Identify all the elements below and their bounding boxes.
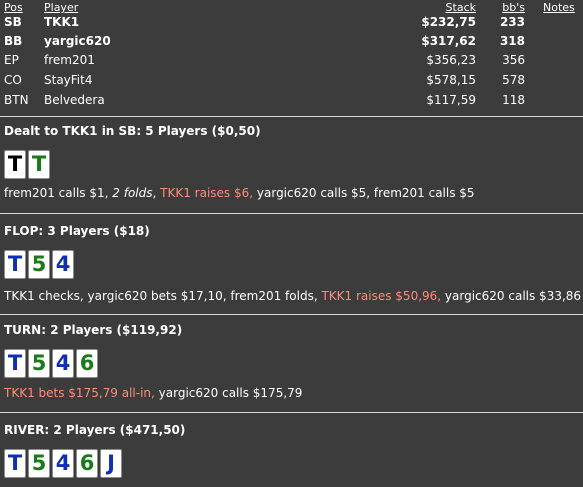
stack-header[interactable]: Stack [400, 1, 476, 14]
action-text: yargic620 calls $33,86 [444, 289, 582, 303]
card-4-icon: 4 [52, 250, 74, 279]
flop-title: FLOP: 3 Players ($18) [4, 224, 150, 238]
pos-header[interactable]: Pos [4, 1, 23, 14]
hole-cards: TT [4, 150, 50, 179]
action-text: 2 folds [112, 186, 153, 200]
hero-action-text: TKK1 bets $175,79 all-in, [4, 386, 159, 400]
card-6-icon: 6 [76, 349, 98, 378]
card-j-icon: J [100, 449, 122, 478]
preflop-actions: frem201 calls $1, 2 folds, TKK1 raises $… [4, 186, 475, 200]
flop-cards: T54 [4, 250, 74, 279]
card-4-icon: 4 [52, 349, 74, 378]
player-pos: BB [4, 34, 23, 48]
card-t-icon: T [4, 250, 26, 279]
card-t-icon: T [4, 150, 26, 179]
player-stack: $578,15 [426, 73, 476, 87]
player-row[interactable]: BB yargic620 $317,62 318 [0, 34, 583, 53]
hero-action-text: TKK1 raises $6, [160, 186, 257, 200]
river-title: RIVER: 2 Players ($471,50) [4, 423, 186, 437]
player-row[interactable]: SB TKK1 $232,75 233 [0, 15, 583, 34]
turn-cards: T546 [4, 349, 98, 378]
card-5-icon: 5 [28, 449, 50, 478]
player-bbs: 318 [499, 34, 525, 48]
section-divider [0, 116, 583, 117]
action-text: yargic620 calls $5, frem201 calls $5 [256, 186, 475, 200]
players-table: Pos Player Stack bb's Notes SB TKK1 $232… [0, 0, 583, 116]
card-6-icon: 6 [76, 449, 98, 478]
player-stack: $317,62 [421, 34, 476, 48]
player-name: Belvedera [44, 93, 105, 107]
section-divider [0, 412, 583, 413]
turn-title: TURN: 2 Players ($119,92) [4, 323, 183, 337]
player-row[interactable]: BTN Belvedera $117,59 118 [0, 93, 583, 112]
hero-action-text: TKK1 raises $50,96, [321, 289, 445, 303]
player-bbs: 118 [502, 93, 525, 107]
card-t-icon: T [28, 150, 50, 179]
notes-header[interactable]: Notes [543, 1, 575, 14]
player-name: yargic620 [44, 34, 111, 48]
player-bbs: 578 [502, 73, 525, 87]
player-pos: BTN [4, 93, 29, 107]
action-text: yargic620 calls $175,79 [158, 386, 303, 400]
section-divider [0, 213, 583, 214]
player-row[interactable]: EP frem201 $356,23 356 [0, 53, 583, 72]
player-bbs: 233 [499, 15, 525, 29]
player-name: StayFit4 [44, 73, 93, 87]
card-t-icon: T [4, 349, 26, 378]
player-bbs: 356 [502, 53, 525, 67]
flop-actions: TKK1 checks, yargic620 bets $17,10, frem… [4, 289, 581, 303]
action-text: TKK1 checks, yargic620 bets $17,10, frem… [4, 289, 322, 303]
card-5-icon: 5 [28, 349, 50, 378]
player-pos: CO [4, 73, 22, 87]
player-row[interactable]: CO StayFit4 $578,15 578 [0, 73, 583, 92]
player-name: TKK1 [44, 15, 80, 29]
action-text: , [152, 186, 161, 200]
card-5-icon: 5 [28, 250, 50, 279]
player-pos: EP [4, 53, 19, 67]
card-t-icon: T [4, 449, 26, 478]
bbs-header[interactable]: bb's [490, 1, 525, 14]
player-pos: SB [4, 15, 22, 29]
player-stack: $117,59 [426, 93, 476, 107]
turn-actions: TKK1 bets $175,79 all-in, yargic620 call… [4, 386, 302, 400]
preflop-title: Dealt to TKK1 in SB: 5 Players ($0,50) [4, 124, 261, 138]
card-4-icon: 4 [52, 449, 74, 478]
player-header[interactable]: Player [44, 1, 78, 14]
action-text: frem201 calls $1, [4, 186, 113, 200]
river-cards: T546J [4, 449, 122, 478]
player-name: frem201 [44, 53, 95, 67]
section-divider [0, 314, 583, 315]
player-stack: $356,23 [426, 53, 476, 67]
player-stack: $232,75 [421, 15, 476, 29]
